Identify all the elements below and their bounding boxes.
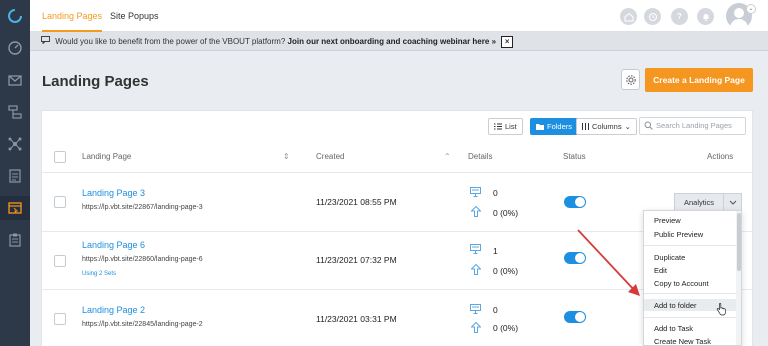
landing-pages-nav-icon[interactable] [0, 196, 30, 220]
created-date: 11/23/2021 08:55 PM [316, 197, 397, 207]
landing-page-name[interactable]: Landing Page 6 [82, 240, 145, 250]
menu-item-add-to-folder[interactable]: Add to folder [654, 301, 697, 310]
menu-divider [644, 245, 736, 246]
row-checkbox[interactable] [54, 196, 66, 208]
row-checkbox[interactable] [54, 313, 66, 325]
list-view-button[interactable]: List [488, 118, 523, 135]
conversions-count: 0 (0%) [493, 266, 519, 276]
home-icon[interactable] [620, 8, 637, 25]
header-actions: Actions [707, 152, 734, 161]
landing-page-name[interactable]: Landing Page 3 [82, 188, 145, 198]
app-logo-icon[interactable] [5, 6, 25, 26]
status-toggle[interactable] [564, 196, 586, 208]
avatar-head-shape [734, 8, 744, 18]
banner-text: Would you like to benefit from the power… [55, 37, 286, 46]
conversions-icon [470, 205, 482, 219]
landing-page-url: https://lp.vbt.site/22860/landing-page-6 [82, 256, 203, 263]
menu-item-copy-to-account[interactable]: Copy to Account [654, 279, 709, 288]
avatar-body-shape [730, 19, 748, 29]
columns-label: Columns [592, 122, 622, 131]
list-icon [494, 123, 502, 130]
banner-link-suffix[interactable]: » [492, 37, 496, 46]
actions-dropdown-menu: Preview Public Preview Duplicate Edit Co… [643, 210, 742, 346]
row-checkbox[interactable] [54, 255, 66, 267]
menu-item-public-preview[interactable]: Public Preview [654, 230, 703, 239]
chevron-down-icon [729, 200, 736, 205]
menu-divider [644, 317, 736, 318]
conversions-count: 0 (0%) [493, 323, 519, 333]
bell-icon[interactable] [697, 8, 714, 25]
header-divider [42, 172, 752, 173]
network-icon[interactable] [5, 134, 25, 154]
list-view-label: List [505, 122, 517, 131]
views-count: 1 [493, 246, 498, 256]
banner-close-button[interactable]: × [501, 35, 514, 48]
columns-button[interactable]: Columns ⌄ [576, 118, 637, 135]
header-status: Status [563, 152, 586, 161]
landing-page-url: https://lp.vbt.site/22845/landing-page-2 [82, 321, 203, 328]
folder-icon [536, 124, 544, 130]
sidebar [0, 0, 30, 346]
search-icon [644, 121, 653, 130]
menu-item-preview[interactable]: Preview [654, 216, 681, 225]
search-placeholder: Search Landing Pages [656, 121, 732, 130]
views-icon [470, 304, 481, 316]
chat-icon [41, 32, 50, 51]
clock-icon[interactable] [644, 8, 661, 25]
header-details: Details [468, 152, 493, 161]
menu-scrollbar-thumb[interactable] [737, 213, 741, 271]
menu-scrollbar[interactable] [736, 211, 741, 345]
landing-page-name[interactable]: Landing Page 2 [82, 305, 145, 315]
automation-icon[interactable] [5, 102, 25, 122]
hand-cursor-icon [716, 303, 726, 316]
conversions-icon [470, 321, 482, 335]
views-icon [470, 244, 481, 256]
created-date: 11/23/2021 07:32 PM [316, 255, 397, 265]
folders-view-button[interactable]: Folders [530, 118, 579, 135]
sort-landing-icon[interactable]: ⇕ [283, 152, 290, 161]
gear-icon [625, 74, 636, 85]
dashboard-icon[interactable] [5, 38, 25, 58]
settings-gear-button[interactable] [621, 69, 640, 90]
top-bar: Landing Pages Site Popups ? ⌄ [30, 0, 768, 32]
conversions-icon [470, 263, 482, 277]
landing-page-sets-link[interactable]: Using 2 Sets [82, 271, 116, 277]
page-title: Landing Pages [42, 73, 149, 90]
email-icon[interactable] [5, 70, 25, 90]
banner-link[interactable]: Join our next onboarding and coaching we… [288, 37, 490, 46]
avatar-caret-icon[interactable]: ⌄ [746, 4, 756, 14]
folders-view-label: Folders [547, 122, 573, 131]
promo-banner: Would you like to benefit from the power… [30, 32, 768, 51]
header-landing-page[interactable]: Landing Page [82, 152, 131, 161]
search-input[interactable]: Search Landing Pages [639, 117, 746, 135]
help-icon[interactable]: ? [671, 8, 688, 25]
select-all-checkbox[interactable] [54, 151, 66, 163]
conversions-count: 0 (0%) [493, 208, 519, 218]
landing-page-url: https://lp.vbt.site/22867/landing-page-3 [82, 204, 203, 211]
status-toggle[interactable] [564, 311, 586, 323]
views-count: 0 [493, 305, 498, 315]
clipboard-icon[interactable] [5, 230, 25, 250]
contacts-icon[interactable] [5, 166, 25, 186]
menu-item-duplicate[interactable]: Duplicate [654, 253, 685, 262]
views-count: 0 [493, 188, 498, 198]
created-date: 11/23/2021 03:31 PM [316, 314, 397, 324]
menu-divider [644, 293, 736, 294]
menu-item-create-new-task[interactable]: Create New Task [654, 337, 711, 345]
menu-item-add-to-task[interactable]: Add to Task [654, 324, 693, 333]
menu-item-edit[interactable]: Edit [654, 266, 667, 275]
columns-icon [582, 123, 589, 130]
columns-chevron-icon: ⌄ [624, 122, 631, 131]
tab-landing-pages[interactable]: Landing Pages [42, 0, 103, 32]
header-created[interactable]: Created [316, 152, 344, 161]
tab-site-popups[interactable]: Site Popups [110, 0, 159, 32]
create-landing-page-button[interactable]: Create a Landing Page [645, 68, 753, 92]
annotation-arrow-icon [577, 229, 640, 296]
sort-created-icon[interactable]: ⌃ [444, 152, 451, 161]
views-icon [470, 187, 481, 199]
